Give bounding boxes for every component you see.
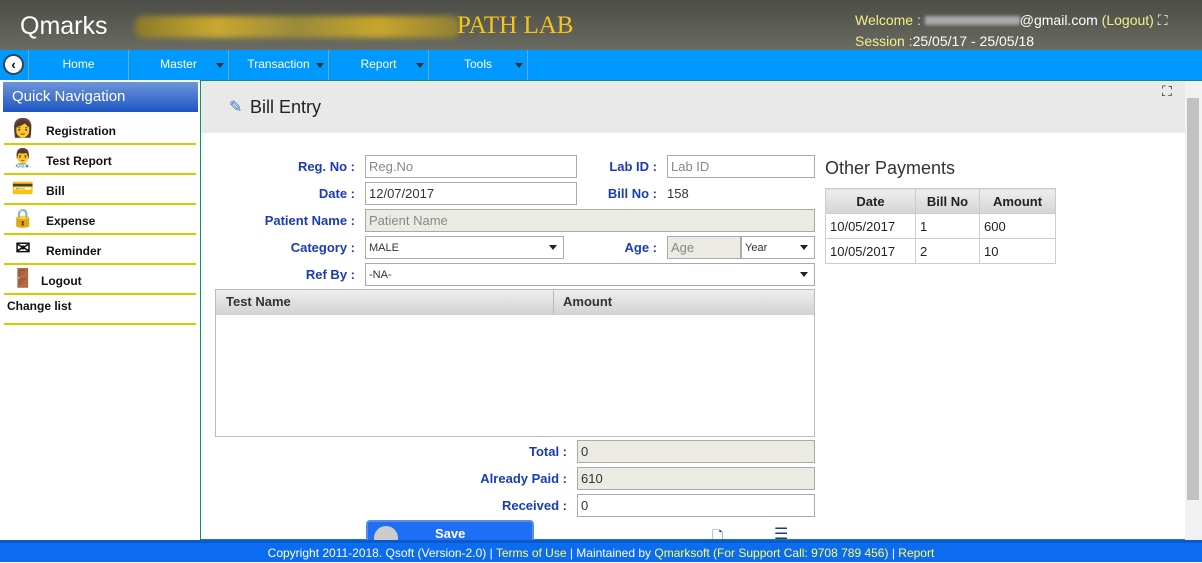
nav-home[interactable]: Home <box>28 50 128 80</box>
date-label: Date : <box>318 186 355 201</box>
terms-link[interactable]: Terms of Use <box>496 546 567 560</box>
age-label: Age : <box>624 240 658 255</box>
footer: Copyright 2011-2018. Qsoft (Version-2.0)… <box>0 540 1202 562</box>
table-row: 10/05/2017 2 10 <box>825 238 1056 264</box>
caret-down-icon <box>515 63 523 68</box>
col-bill-no: Bill No <box>915 188 980 214</box>
user-icon: 👩 <box>11 118 35 138</box>
collapse-sidebar-icon[interactable]: ‹ <box>3 54 24 75</box>
maintained-by: | Maintained by <box>569 546 652 560</box>
nav-tools[interactable]: Tools <box>428 50 528 80</box>
total-input[interactable]: 0 <box>577 440 815 463</box>
nav-master[interactable]: Master <box>128 50 228 80</box>
ref-by-select[interactable]: -NA- <box>365 263 815 286</box>
lab-name: PATH LAB <box>457 12 574 39</box>
sidebar-item-reminder[interactable]: ✉ Reminder <box>4 235 196 265</box>
session-text: Session :25/05/17 - 25/05/18 <box>855 33 1034 49</box>
card-payment-icon: 💳 <box>11 178 35 198</box>
caret-down-icon <box>416 63 424 68</box>
already-paid-input[interactable]: 610 <box>577 467 815 490</box>
sidebar-item-change-list[interactable]: Change list <box>4 295 196 325</box>
nav-report[interactable]: Report <box>328 50 428 80</box>
patient-name-label: Patient Name : <box>264 213 355 228</box>
sidebar-title: Quick Navigation <box>3 82 198 112</box>
page-header <box>201 81 1185 133</box>
ref-by-label: Ref By : <box>305 267 355 282</box>
bill-no-label: Bill No : <box>607 186 657 201</box>
table-row: 10/05/2017 1 600 <box>825 213 1056 239</box>
welcome-label: Welcome : <box>855 12 921 28</box>
app-logo: Qmarks <box>20 12 108 40</box>
sidebar-item-expense[interactable]: 🔒 Expense <box>4 205 196 235</box>
total-label: Total : <box>528 444 567 459</box>
col-test-name: Test Name <box>226 294 291 309</box>
session-label: Session : <box>855 33 913 49</box>
col-amount: Amount <box>979 188 1056 214</box>
nav-transaction[interactable]: Transaction <box>228 50 328 80</box>
doctor-icon: 👨‍⚕️ <box>11 148 35 168</box>
page-title: Bill Entry <box>250 97 322 117</box>
date-input[interactable]: 12/07/2017 <box>365 182 577 205</box>
other-payments-table: Date Bill No Amount 10/05/2017 1 600 10/05/2… <box>825 188 1056 264</box>
col-amount: Amount <box>553 290 621 315</box>
age-input[interactable]: Age <box>667 236 741 259</box>
report-link[interactable]: Report <box>898 546 934 560</box>
bill-no-value: 158 <box>667 186 689 201</box>
patient-name-input[interactable]: Patient Name <box>365 209 815 232</box>
lock-card-icon: 🔒 <box>11 208 35 228</box>
email: @gmail.com <box>1019 12 1098 28</box>
copyright: Copyright 2011-2018. Qsoft (Version-2.0)… <box>267 546 493 560</box>
scrollbar-thumb[interactable] <box>1187 98 1199 500</box>
tests-table-header: Test Name Amount <box>216 290 814 315</box>
welcome-text: Welcome : @gmail.com (Logout) ⛶ <box>855 12 1168 29</box>
company-link[interactable]: Qmarksoft (For Support Call: 9708 789 45… <box>654 546 888 560</box>
expand-icon[interactable]: ⛶ <box>1162 83 1172 100</box>
mail-icon: ✉ <box>15 238 31 258</box>
sidebar-item-registration[interactable]: 👩 Registration <box>4 115 196 145</box>
sidebar-item-logout[interactable]: 🚪 Logout <box>4 265 196 295</box>
age-unit-select[interactable]: Year <box>741 236 815 259</box>
save-button[interactable]: Save <box>366 520 534 542</box>
reg-no-input[interactable]: Reg.No <box>365 155 577 178</box>
already-paid-label: Already Paid : <box>480 471 567 486</box>
sidebar-item-test-report[interactable]: 👨‍⚕️ Test Report <box>4 145 196 175</box>
top-nav: Home Master Transaction Report Tools <box>0 50 1202 80</box>
sidebar-item-bill[interactable]: 💳 Bill <box>4 175 196 205</box>
lab-id-label: Lab ID : <box>609 159 657 174</box>
received-input[interactable]: 0 <box>577 494 815 517</box>
pencil-icon: ✎ <box>229 99 243 116</box>
caret-down-icon <box>316 63 324 68</box>
logout-link[interactable]: (Logout) <box>1102 12 1154 28</box>
door-icon: 🚪 <box>11 268 35 288</box>
fullscreen-icon[interactable]: ⛶ <box>1158 12 1168 28</box>
category-select[interactable]: MALE <box>365 236 564 259</box>
separator: | <box>891 546 895 560</box>
received-label: Received : <box>501 498 567 513</box>
col-date: Date <box>825 188 916 214</box>
lab-id-input[interactable]: Lab ID <box>667 155 815 178</box>
session-value: 25/05/17 - 25/05/18 <box>912 33 1035 49</box>
reg-no-label: Reg. No : <box>297 159 355 174</box>
redacted-lab-name <box>135 16 460 38</box>
redacted-email <box>924 16 1020 25</box>
category-label: Category : <box>290 240 355 255</box>
caret-down-icon <box>216 63 224 68</box>
other-payments-title: Other Payments <box>825 158 956 178</box>
